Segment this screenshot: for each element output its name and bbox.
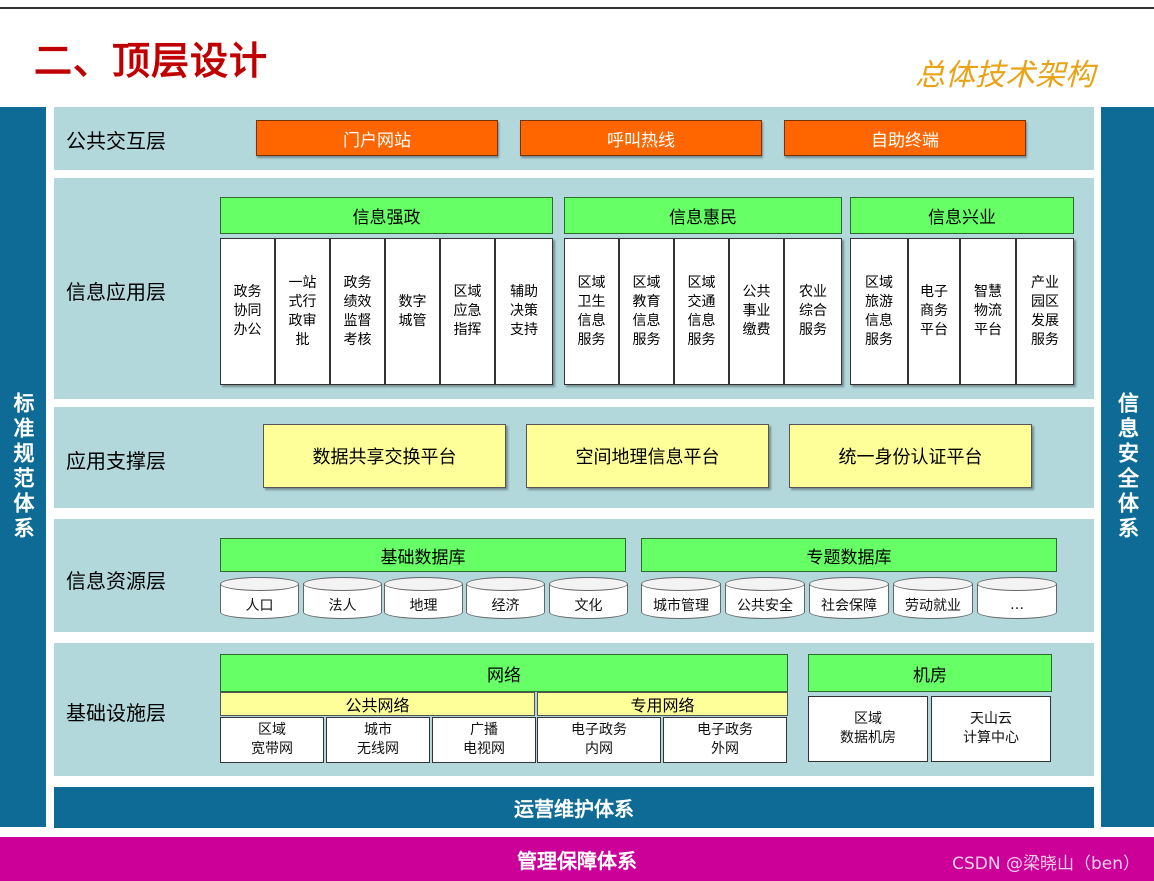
- database-label: 社会保障: [821, 598, 877, 614]
- resource-layer-label: 信息资源层: [66, 569, 166, 593]
- app-item: 辅助 决策 支持: [495, 238, 553, 385]
- resource-group-header: 基础数据库: [220, 538, 626, 572]
- database-label: 城市管理: [653, 598, 709, 614]
- ops-maintenance-bar: 运营维护体系: [54, 787, 1094, 828]
- database-cylinder: 文化: [549, 577, 628, 619]
- public-network-item: 区域 宽带网: [220, 717, 324, 763]
- private-network-item: 电子政务 内网: [537, 717, 661, 763]
- database-label: 文化: [574, 598, 603, 614]
- room-header: 机房: [808, 654, 1052, 692]
- database-cylinder: 地理: [384, 577, 463, 619]
- database-cylinder: 社会保障: [809, 577, 889, 619]
- network-header: 网络: [220, 654, 788, 692]
- database-label: 经济: [491, 598, 520, 614]
- management-label: 管理保障体系: [517, 848, 637, 873]
- database-label: …: [1010, 597, 1024, 613]
- database-cylinder: 城市管理: [641, 577, 721, 619]
- app-group-header: 信息惠民: [564, 197, 842, 234]
- app-item: 政务 协同 办公: [220, 238, 275, 385]
- geo-info-platform: 空间地理信息平台: [526, 424, 769, 488]
- resource-group-header: 专题数据库: [641, 538, 1057, 572]
- ops-maintenance-label: 运营维护体系: [514, 797, 634, 821]
- database-cylinder: 劳动就业: [893, 577, 973, 619]
- app-item: 区域 教育 信息 服务: [619, 238, 674, 385]
- app-item: 区域 卫生 信息 服务: [564, 238, 619, 385]
- app-item: 产业 园区 发展 服务: [1016, 238, 1074, 385]
- room-item: 区域 数据机房: [808, 696, 928, 762]
- right-side-bar: 信息安全体系: [1101, 107, 1154, 827]
- public-network-item: 广播 电视网: [432, 717, 536, 763]
- app-item: 区域 旅游 信息 服务: [850, 238, 908, 385]
- database-label: 人口: [245, 598, 274, 614]
- data-exchange-platform: 数据共享交换平台: [263, 424, 506, 488]
- app-group-header: 信息强政: [220, 197, 553, 234]
- public-network-header: 公共网络: [220, 692, 535, 716]
- app-item: 智慧 物流 平台: [960, 238, 1016, 385]
- database-label: 地理: [409, 598, 438, 614]
- hotline-box: 呼叫热线: [520, 120, 762, 156]
- database-cylinder: …: [977, 577, 1057, 619]
- database-cylinder: 公共安全: [725, 577, 805, 619]
- app-item: 一站 式行 政审 批: [275, 238, 330, 385]
- database-cylinder: 人口: [220, 577, 299, 619]
- private-network-header: 专用网络: [537, 692, 788, 716]
- infrastructure-layer-label: 基础设施层: [66, 701, 166, 725]
- watermark: CSDN @梁晓山（ben）: [952, 854, 1140, 874]
- app-item: 区域 交通 信息 服务: [674, 238, 729, 385]
- interaction-layer-label: 公共交互层: [66, 129, 166, 153]
- portal-box: 门户网站: [256, 120, 498, 156]
- database-label: 公共安全: [737, 598, 793, 614]
- left-side-label: 标准规范体系: [11, 392, 35, 542]
- private-network-item: 电子政务 外网: [663, 717, 787, 763]
- page-title: 二、顶层设计: [34, 39, 269, 83]
- app-item: 电子 商务 平台: [908, 238, 960, 385]
- database-label: 劳动就业: [905, 598, 961, 614]
- app-item: 公共 事业 缴费: [729, 238, 784, 385]
- identity-auth-platform: 统一身份认证平台: [789, 424, 1032, 488]
- public-network-item: 城市 无线网: [326, 717, 430, 763]
- application-layer-label: 信息应用层: [66, 280, 166, 304]
- app-group-header: 信息兴业: [850, 197, 1074, 234]
- right-side-label: 信息安全体系: [1115, 392, 1140, 542]
- app-item: 政务 绩效 监督 考核: [330, 238, 385, 385]
- top-divider: [0, 7, 1154, 9]
- app-item: 数字 城管: [385, 238, 440, 385]
- app-item: 区域 应急 指挥: [440, 238, 495, 385]
- app-item: 农业 综合 服务: [784, 238, 842, 385]
- left-side-bar: 标准规范体系: [0, 107, 46, 827]
- room-item: 天山云 计算中心: [931, 696, 1051, 762]
- database-cylinder: 法人: [303, 577, 382, 619]
- terminal-box: 自助终端: [784, 120, 1026, 156]
- page-subtitle: 总体技术架构: [915, 58, 1095, 93]
- database-label: 法人: [328, 598, 357, 614]
- support-layer-label: 应用支撑层: [66, 449, 166, 473]
- database-cylinder: 经济: [466, 577, 545, 619]
